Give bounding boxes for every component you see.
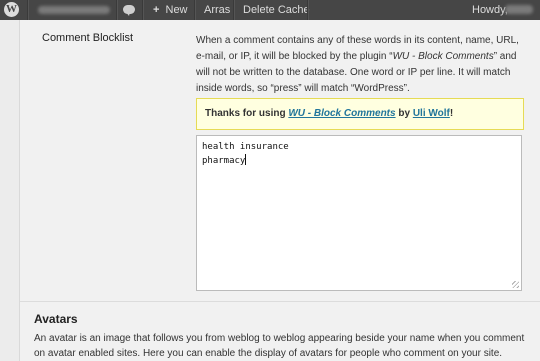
- admin-bar-separator: [142, 0, 144, 20]
- comment-bubble-icon[interactable]: [123, 5, 135, 16]
- admin-bar-separator: [116, 0, 118, 20]
- wordpress-logo-icon[interactable]: W: [4, 2, 19, 17]
- notice-by: by: [395, 108, 413, 119]
- admin-bar-separator: [194, 0, 196, 20]
- admin-bar-separator: [233, 0, 235, 20]
- new-content-label: New: [165, 4, 188, 16]
- plugin-thanks-notice: Thanks for using WU - Block Comments by …: [196, 98, 524, 130]
- textarea-line: pharmacy: [202, 156, 246, 166]
- site-name-link[interactable]: [38, 6, 110, 14]
- notice-prefix: Thanks for using: [205, 108, 289, 119]
- admin-menu-edge: [0, 20, 20, 361]
- blocklist-textarea[interactable]: health insurance pharmacy: [196, 135, 522, 291]
- textarea-line: health insurance: [202, 142, 289, 152]
- admin-bar-separator: [27, 0, 29, 20]
- comment-blocklist-description: When a comment contains any of these wor…: [196, 33, 526, 97]
- comment-blocklist-label: Comment Blocklist: [42, 32, 134, 44]
- plugin-link[interactable]: WU - Block Comments: [288, 108, 395, 119]
- admin-bar: W + New Arras Delete Cache Howdy,: [0, 0, 540, 20]
- author-link[interactable]: Uli Wolf: [413, 108, 450, 119]
- description-plugin-name: WU - Block Comments: [392, 51, 494, 62]
- user-name-blurred[interactable]: [505, 5, 533, 14]
- resize-grip-icon[interactable]: [512, 281, 519, 288]
- arras-menu-item[interactable]: Arras: [204, 0, 230, 20]
- delete-cache-button[interactable]: Delete Cache: [243, 0, 310, 20]
- textarea-line-with-caret: pharmacy: [202, 154, 516, 168]
- howdy-user-menu[interactable]: Howdy,: [472, 0, 508, 20]
- plus-icon: +: [153, 4, 160, 16]
- text-caret: [245, 154, 247, 165]
- avatars-heading: Avatars: [34, 312, 78, 326]
- avatars-description: An avatar is an image that follows you f…: [34, 333, 525, 359]
- new-content-button[interactable]: + New: [153, 0, 188, 20]
- notice-suffix: !: [449, 108, 454, 119]
- admin-bar-separator: [307, 0, 309, 20]
- section-divider: [20, 301, 540, 302]
